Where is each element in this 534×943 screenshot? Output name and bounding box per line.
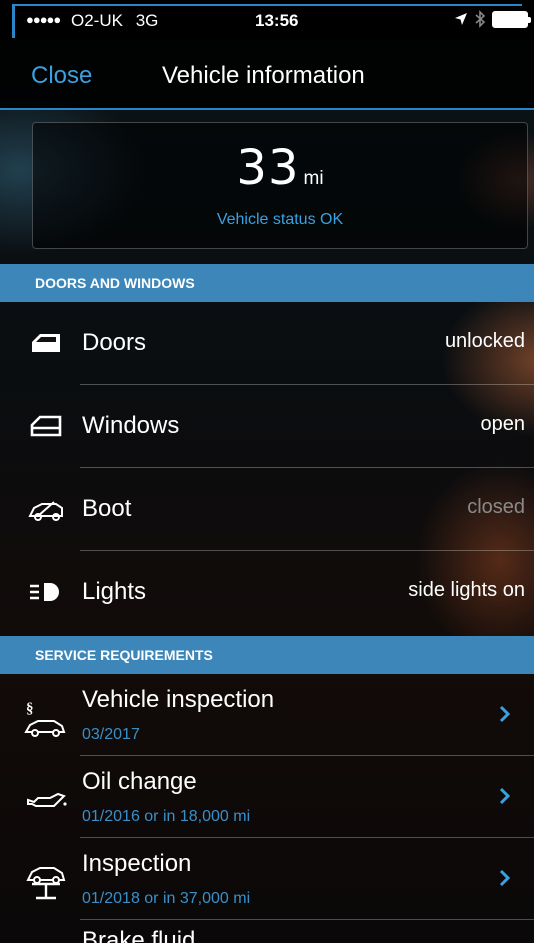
oil-change-due: 01/2016 or in 18,000 mi [82, 808, 251, 825]
vehicle-inspection-label: Vehicle inspection [82, 686, 275, 713]
section-header-service: SERVICE REQUIREMENTS [0, 636, 534, 674]
doors-label: Doors [82, 329, 147, 356]
mileage-value: 33 [236, 140, 300, 196]
oil-change-label: Oil change [82, 768, 197, 795]
windows-row: Windows open [0, 385, 534, 468]
door-icon [32, 334, 60, 352]
lights-label: Lights [82, 578, 147, 605]
location-arrow-icon [455, 13, 467, 25]
chevron-right-icon [499, 787, 511, 805]
close-button[interactable]: Close [31, 62, 92, 90]
vehicle-status-text: Vehicle status OK [216, 211, 344, 228]
oil-can-icon [27, 792, 67, 807]
boot-value: closed [467, 496, 525, 518]
vehicle-inspection-row[interactable]: § Vehicle inspection 03/2017 [0, 674, 534, 756]
status-bar-accent-left [12, 4, 15, 38]
row-divider [80, 919, 534, 920]
vehicle-inspection-icon: § [24, 701, 66, 737]
car-lift-icon [26, 867, 66, 900]
status-bar: ●●●●● O2-UK 3G 13:56 [0, 0, 534, 40]
windows-value: open [480, 413, 526, 435]
doors-row: Doors unlocked [0, 302, 534, 385]
inspection-due: 01/2018 or in 37,000 mi [82, 890, 251, 907]
brake-fluid-label[interactable]: Brake fluid [82, 927, 195, 943]
carrier-name: O2-UK [71, 11, 123, 30]
boot-label: Boot [82, 495, 132, 522]
nav-bar: Close Vehicle information [0, 40, 534, 110]
network-type: 3G [135, 11, 159, 30]
chevron-right-icon [499, 869, 511, 887]
battery-icon [492, 10, 531, 28]
page-title: Vehicle information [162, 62, 365, 89]
oil-change-row[interactable]: Oil change 01/2016 or in 18,000 mi [0, 756, 534, 838]
lights-row: Lights side lights on [0, 551, 534, 634]
mileage-unit: mi [303, 168, 324, 189]
vehicle-inspection-date: 03/2017 [82, 726, 140, 743]
signal-strength-icon: ●●●●● [26, 12, 61, 27]
status-bar-accent [12, 4, 522, 6]
mileage-display: 33 mi [33, 140, 527, 196]
chevron-right-icon [499, 705, 511, 723]
vehicle-status-panel: 33 mi Vehicle status OK [32, 122, 528, 249]
carrier-info: ●●●●● O2-UK 3G [26, 11, 158, 31]
boot-row: Boot closed [0, 468, 534, 551]
status-icons [454, 10, 531, 28]
inspection-row[interactable]: Inspection 01/2018 or in 37,000 mi [0, 838, 534, 920]
inspection-label: Inspection [82, 850, 192, 877]
svg-text:§: § [26, 701, 34, 717]
section-header-doors-windows: DOORS AND WINDOWS [0, 264, 534, 302]
boot-icon [28, 501, 63, 521]
clock: 13:56 [255, 11, 299, 30]
window-icon [30, 415, 62, 437]
lights-icon [30, 583, 59, 601]
lights-value: side lights on [408, 579, 525, 601]
bluetooth-icon [475, 10, 486, 28]
doors-value: unlocked [444, 330, 525, 352]
windows-label: Windows [82, 412, 180, 439]
